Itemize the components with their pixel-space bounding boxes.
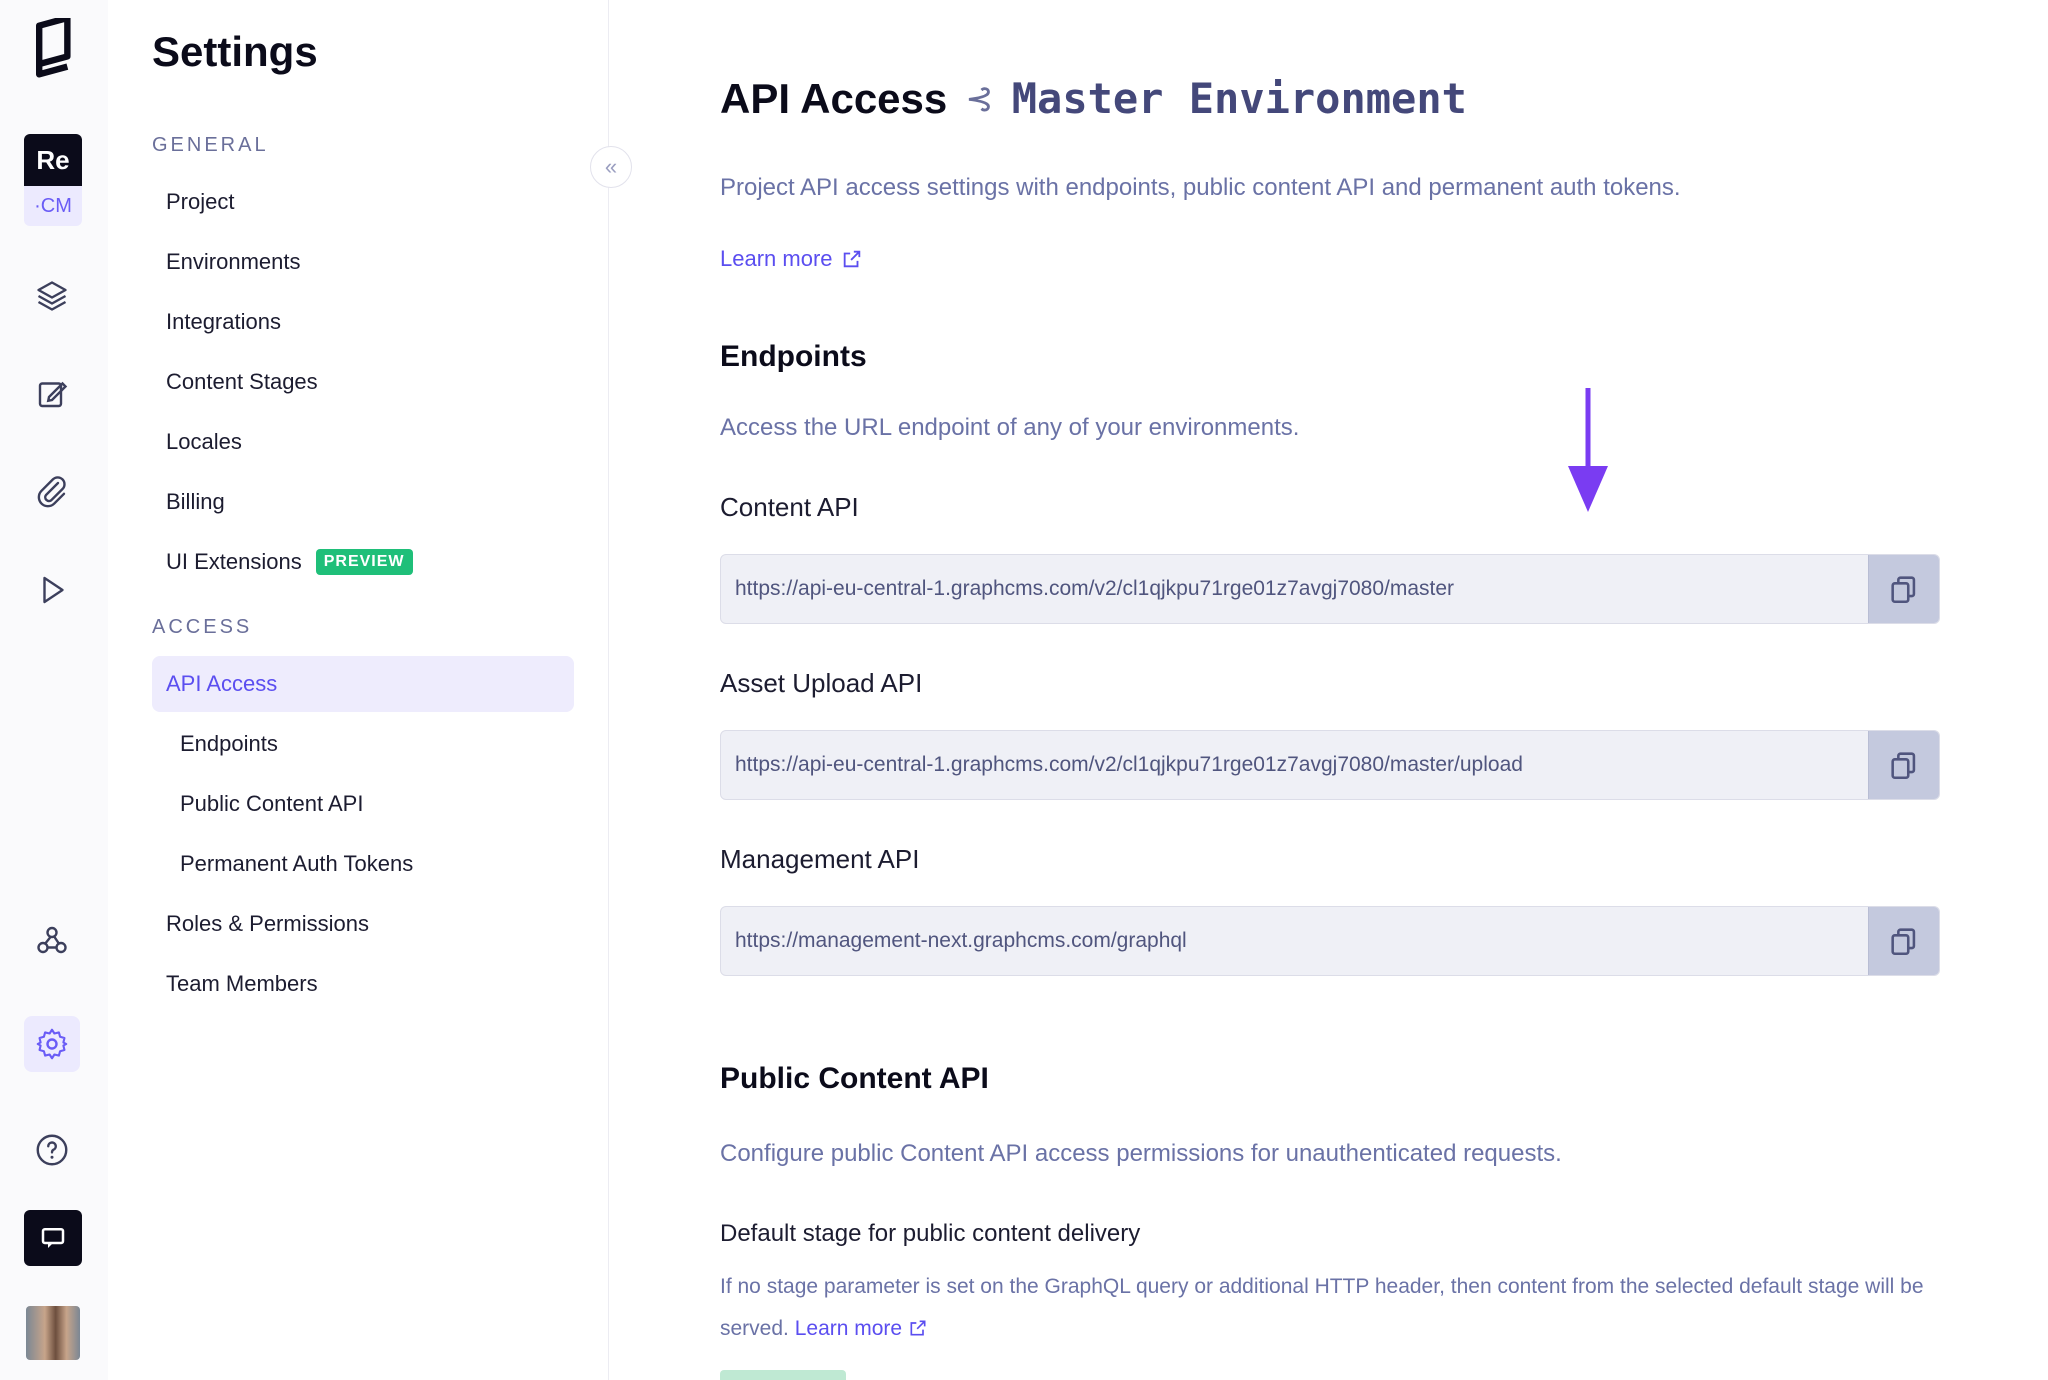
icon-rail: Re ·CM <box>0 0 109 1380</box>
sidebar-item-label: Integrations <box>166 309 281 334</box>
schema-icon[interactable] <box>24 268 80 324</box>
management-api-url[interactable]: https://management-next.graphcms.com/gra… <box>735 907 1187 975</box>
management-api-label: Management API <box>720 844 920 874</box>
sidebar-item-project[interactable]: Project <box>152 174 574 230</box>
copy-icon <box>1891 752 1916 780</box>
page-title-text: API Access <box>720 74 948 122</box>
public-content-api-description: Configure public Content API access perm… <box>720 1140 1562 1167</box>
external-link-icon <box>843 250 860 268</box>
content-api-url[interactable]: https://api-eu-central-1.graphcms.com/v2… <box>735 555 1454 623</box>
copy-asset-upload-api-button[interactable] <box>1868 731 1939 799</box>
app-logo-icon[interactable] <box>26 14 82 88</box>
playground-icon[interactable] <box>24 562 80 618</box>
learn-more-label: Learn more <box>720 246 833 271</box>
annotation-arrow-icon <box>1566 386 1610 521</box>
sidebar-item-api-access[interactable]: API Access <box>152 656 574 712</box>
sidebar-item-roles-permissions[interactable]: Roles & Permissions <box>152 896 574 952</box>
chat-icon[interactable] <box>24 1210 82 1266</box>
sidebar-item-label: API Access <box>166 671 278 696</box>
asset-upload-api-label: Asset Upload API <box>720 668 923 698</box>
content-api-label: Content API <box>720 492 859 522</box>
sidebar-item-billing[interactable]: Billing <box>152 474 574 530</box>
copy-management-api-button[interactable] <box>1868 907 1939 975</box>
copy-icon <box>1891 576 1916 604</box>
preview-badge: PREVIEW <box>315 549 413 575</box>
section-label-general: GENERAL <box>152 134 269 156</box>
sidebar-item-label: Project <box>166 189 235 214</box>
sidebar-item-label: Locales <box>166 429 242 454</box>
learn-more-label: Learn more <box>794 1317 903 1340</box>
settings-icon[interactable] <box>24 1016 80 1072</box>
project-initials: Re <box>24 134 82 186</box>
environment-branch-icon: ⊰ <box>965 79 994 118</box>
endpoints-description: Access the URL endpoint of any of your e… <box>720 414 1300 441</box>
learn-more-link[interactable]: Learn more <box>720 246 863 272</box>
endpoints-heading: Endpoints <box>720 340 867 373</box>
default-stage-learn-more-link[interactable]: Learn more <box>795 1317 928 1340</box>
sidebar-item-content-stages[interactable]: Content Stages <box>152 354 574 410</box>
environment-name: Master Environment <box>1011 74 1467 123</box>
sidebar-item-ui-extensions[interactable]: UI Extensions PREVIEW <box>152 534 574 590</box>
sidebar-item-locales[interactable]: Locales <box>152 414 574 470</box>
default-stage-help: If no stage parameter is set on the Grap… <box>720 1266 1980 1350</box>
content-api-url-field[interactable]: https://api-eu-central-1.graphcms.com/v2… <box>720 554 1940 624</box>
sidebar-item-team-members[interactable]: Team Members <box>152 956 574 1012</box>
sidebar-item-label: Content Stages <box>166 369 318 394</box>
environment-indicator: ·CM <box>24 186 82 226</box>
sidebar-item-label: Roles & Permissions <box>166 911 369 936</box>
main-content: API Access ⊰ Master Environment Project … <box>608 0 2048 1380</box>
copy-icon <box>1891 928 1916 956</box>
content-edit-icon[interactable] <box>24 366 80 422</box>
stage-select-partial[interactable] <box>720 1370 846 1380</box>
sidebar-item-label: Billing <box>166 489 225 514</box>
sidebar-item-label: Endpoints <box>180 731 278 756</box>
section-label-access: ACCESS <box>152 616 253 638</box>
sidebar-item-permanent-auth-tokens[interactable]: Permanent Auth Tokens <box>152 836 574 892</box>
sidebar-item-environments[interactable]: Environments <box>152 234 574 290</box>
sidebar-item-label: Public Content API <box>180 791 364 816</box>
copy-content-api-button[interactable] <box>1868 555 1939 623</box>
sidebar-item-public-content-api[interactable]: Public Content API <box>152 776 574 832</box>
assets-icon[interactable] <box>24 464 80 520</box>
asset-upload-api-url[interactable]: https://api-eu-central-1.graphcms.com/v2… <box>735 731 1523 799</box>
sidebar-item-label: UI Extensions <box>166 549 302 574</box>
page-description: Project API access settings with endpoin… <box>720 174 1681 201</box>
webhooks-icon[interactable] <box>24 912 80 968</box>
sidebar-item-label: Environments <box>166 249 301 274</box>
user-avatar[interactable] <box>26 1306 80 1360</box>
public-content-api-heading: Public Content API <box>720 1062 989 1095</box>
project-switcher[interactable]: Re ·CM <box>24 134 82 234</box>
asset-upload-api-url-field[interactable]: https://api-eu-central-1.graphcms.com/v2… <box>720 730 1940 800</box>
sidebar-item-endpoints[interactable]: Endpoints <box>152 716 574 772</box>
management-api-url-field[interactable]: https://management-next.graphcms.com/gra… <box>720 906 1940 976</box>
sidebar-item-integrations[interactable]: Integrations <box>152 294 574 350</box>
sidebar-title: Settings <box>152 28 318 75</box>
help-icon[interactable] <box>24 1122 80 1178</box>
settings-sidebar: Settings GENERAL Project Environments In… <box>108 0 632 1380</box>
external-link-icon <box>910 1320 926 1336</box>
default-stage-label: Default stage for public content deliver… <box>720 1220 1141 1247</box>
page-title: API Access ⊰ Master Environment <box>720 74 1467 123</box>
sidebar-item-label: Permanent Auth Tokens <box>180 851 414 876</box>
sidebar-item-label: Team Members <box>166 971 318 996</box>
